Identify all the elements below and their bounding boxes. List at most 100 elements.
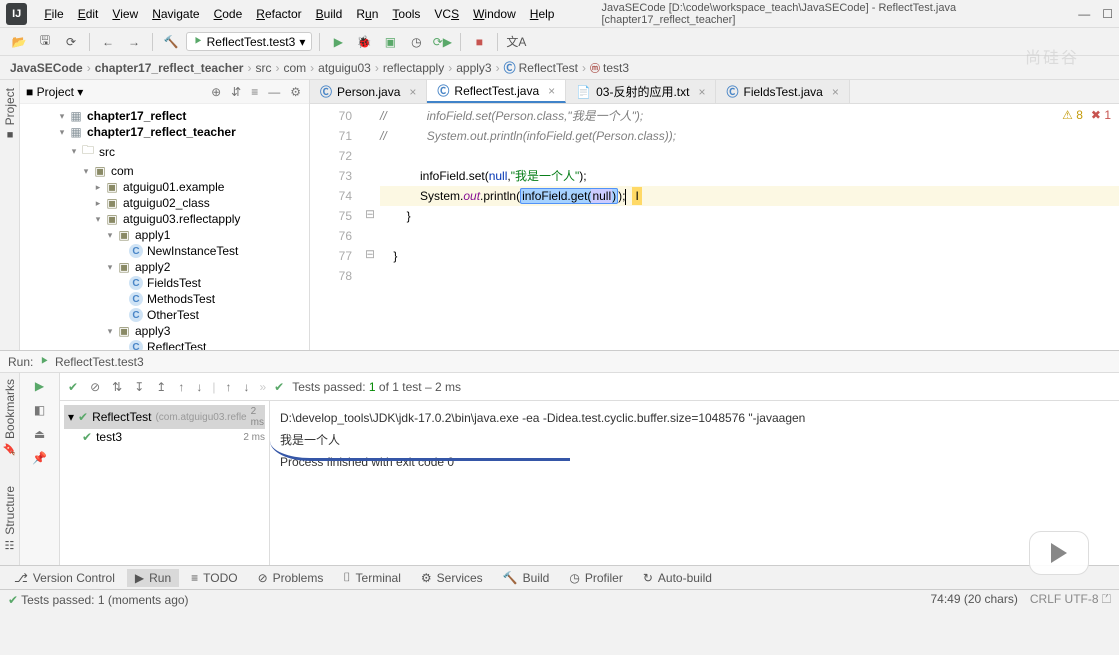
- menu-window[interactable]: Window: [466, 7, 523, 21]
- tree-row[interactable]: ▾▣com: [20, 163, 309, 179]
- tree-row[interactable]: ▾🗀src: [20, 140, 309, 163]
- collapse-all-icon[interactable]: ↥: [154, 378, 168, 396]
- expand-all-icon[interactable]: ↧: [132, 378, 146, 396]
- menu-file[interactable]: FFileile: [37, 7, 70, 21]
- tree-row[interactable]: ▾▦chapter17_reflect_teacher: [20, 124, 309, 140]
- editor-tab[interactable]: ⒸReflectTest.java×: [427, 80, 566, 103]
- translate-icon[interactable]: 文A: [505, 31, 527, 53]
- close-icon[interactable]: ×: [832, 85, 839, 99]
- close-icon[interactable]: ×: [409, 85, 416, 99]
- select-opened-file-icon[interactable]: ⊕: [209, 85, 223, 99]
- tree-row[interactable]: CFieldsTest: [20, 275, 309, 291]
- bottom-tab[interactable]: ⎇Version Control: [6, 569, 123, 587]
- tree-row[interactable]: ▾▣apply3: [20, 323, 309, 339]
- menu-edit[interactable]: Edit: [71, 7, 106, 21]
- bc-6[interactable]: apply3: [456, 61, 491, 75]
- bottom-tab[interactable]: ▶Run: [127, 569, 179, 587]
- minimize-icon[interactable]: —: [1078, 7, 1090, 21]
- code-area[interactable]: // infoField.set(Person.class,"我是一个人"); …: [380, 104, 1119, 350]
- run-icon[interactable]: ▶: [327, 31, 349, 53]
- prev-fail-icon[interactable]: ↑: [176, 378, 186, 396]
- test-row[interactable]: ▾✔ReflectTest(com.atguigu03.refle2 ms: [64, 405, 265, 429]
- editor-tab[interactable]: ⒸPerson.java×: [310, 80, 427, 103]
- bottom-tab[interactable]: 🔨Build: [495, 569, 558, 587]
- bc-0[interactable]: JavaSECode: [10, 61, 83, 75]
- maximize-icon[interactable]: ☐: [1102, 7, 1113, 21]
- bottom-tab[interactable]: ◷Profiler: [561, 569, 631, 587]
- sync-icon[interactable]: ⟳: [60, 31, 82, 53]
- save-icon[interactable]: 🖫: [34, 31, 56, 53]
- line-gutter[interactable]: 707172737475767778: [310, 104, 360, 350]
- show-ignored-icon[interactable]: ⊘: [88, 378, 102, 396]
- bc-1[interactable]: chapter17_reflect_teacher: [95, 61, 244, 75]
- stop-icon[interactable]: ■: [468, 31, 490, 53]
- video-play-overlay[interactable]: [1029, 531, 1089, 575]
- editor-body[interactable]: ⚠ 8 ✖ 1 707172737475767778 ⊟⊟ // infoFie…: [310, 104, 1119, 350]
- expand-icon[interactable]: ⇵: [229, 85, 243, 99]
- debug-icon[interactable]: 🐞: [353, 31, 375, 53]
- gear-icon[interactable]: ⚙: [288, 85, 303, 99]
- project-combo[interactable]: ■ Project ▾: [26, 85, 83, 99]
- project-tab[interactable]: ■ Project: [3, 84, 17, 144]
- bc-4[interactable]: atguigu03: [318, 61, 371, 75]
- bookmarks-tab[interactable]: 🔖 Bookmarks: [3, 379, 17, 456]
- menu-tools[interactable]: Tools: [385, 7, 427, 21]
- tree-row[interactable]: COtherTest: [20, 307, 309, 323]
- tree-row[interactable]: ▾▣apply2: [20, 259, 309, 275]
- tree-row[interactable]: ▸▣atguigu02_class: [20, 195, 309, 211]
- editor-tab[interactable]: 📄03-反射的应用.txt×: [566, 80, 716, 103]
- close-icon[interactable]: ×: [548, 84, 555, 98]
- run-anything-icon[interactable]: ⟳▶: [431, 31, 453, 53]
- tree-row[interactable]: CMethodsTest: [20, 291, 309, 307]
- console[interactable]: D:\develop_tools\JDK\jdk-17.0.2\bin\java…: [270, 401, 1119, 565]
- bottom-tab[interactable]: ⌷Terminal: [335, 568, 409, 587]
- menu-code[interactable]: Code: [207, 7, 250, 21]
- tree-row[interactable]: CReflectTest: [20, 339, 309, 350]
- pin-icon[interactable]: 📌: [32, 451, 47, 465]
- tree-row[interactable]: ▾▣atguigu03.reflectapply: [20, 211, 309, 227]
- bottom-tab[interactable]: ↻Auto-build: [635, 569, 720, 587]
- menu-vcs[interactable]: VCS: [427, 7, 466, 21]
- bc-2[interactable]: src: [255, 61, 271, 75]
- tree-row[interactable]: CNewInstanceTest: [20, 243, 309, 259]
- tree-row[interactable]: ▾▣apply1: [20, 227, 309, 243]
- stop-run-icon[interactable]: ◧: [34, 403, 45, 417]
- tree-row[interactable]: ▸▣atguigu01.example: [20, 179, 309, 195]
- hammer-icon[interactable]: 🔨: [160, 31, 182, 53]
- collapse-icon[interactable]: ≡: [249, 85, 260, 99]
- project-tree[interactable]: ▾▦chapter17_reflect▾▦chapter17_reflect_t…: [20, 104, 309, 350]
- hide-icon[interactable]: —: [266, 85, 282, 99]
- menu-navigate[interactable]: Navigate: [145, 7, 206, 21]
- bc-5[interactable]: reflectapply: [383, 61, 444, 75]
- run-config-selector[interactable]: ⯈ ReflectTest.test3 ▾: [186, 32, 312, 51]
- open-icon[interactable]: 📂: [8, 31, 30, 53]
- menu-help[interactable]: Help: [523, 7, 562, 21]
- profile-icon[interactable]: ◷: [405, 31, 427, 53]
- inspection-summary[interactable]: ⚠ 8 ✖ 1: [1062, 108, 1111, 122]
- test-tree[interactable]: ▾✔ReflectTest(com.atguigu03.refle2 ms✔te…: [60, 401, 270, 565]
- show-passed-icon[interactable]: ✔: [66, 378, 80, 396]
- menu-run[interactable]: Run: [349, 7, 385, 21]
- test-row[interactable]: ✔test32 ms: [64, 429, 265, 445]
- rerun-icon[interactable]: ▶: [35, 379, 44, 393]
- bc-8[interactable]: ⓜtest3: [590, 60, 629, 75]
- coverage-icon[interactable]: ▣: [379, 31, 401, 53]
- editor-tab[interactable]: ⒸFieldsTest.java×: [716, 80, 849, 103]
- bc-7[interactable]: ⒸReflectTest: [504, 59, 578, 76]
- down-icon[interactable]: ↓: [241, 378, 251, 396]
- encoding-indicator[interactable]: CRLF UTF-8 ⏍: [1030, 592, 1111, 607]
- bottom-tab[interactable]: ≡TODO: [183, 569, 245, 587]
- exit-icon[interactable]: ⏏: [34, 427, 45, 441]
- structure-tab[interactable]: ☷ Structure: [3, 486, 17, 551]
- menu-build[interactable]: Build: [309, 7, 350, 21]
- forward-icon[interactable]: →: [123, 31, 145, 53]
- close-icon[interactable]: ×: [698, 85, 705, 99]
- sort-icon[interactable]: ⇅: [110, 378, 124, 396]
- bc-3[interactable]: com: [283, 61, 306, 75]
- cursor-position[interactable]: 74:49 (20 chars): [930, 592, 1017, 607]
- menu-view[interactable]: View: [105, 7, 145, 21]
- menu-refactor[interactable]: Refactor: [249, 7, 308, 21]
- bottom-tab[interactable]: ⊘Problems: [250, 569, 332, 587]
- next-fail-icon[interactable]: ↓: [194, 378, 204, 396]
- up-icon[interactable]: ↑: [223, 378, 233, 396]
